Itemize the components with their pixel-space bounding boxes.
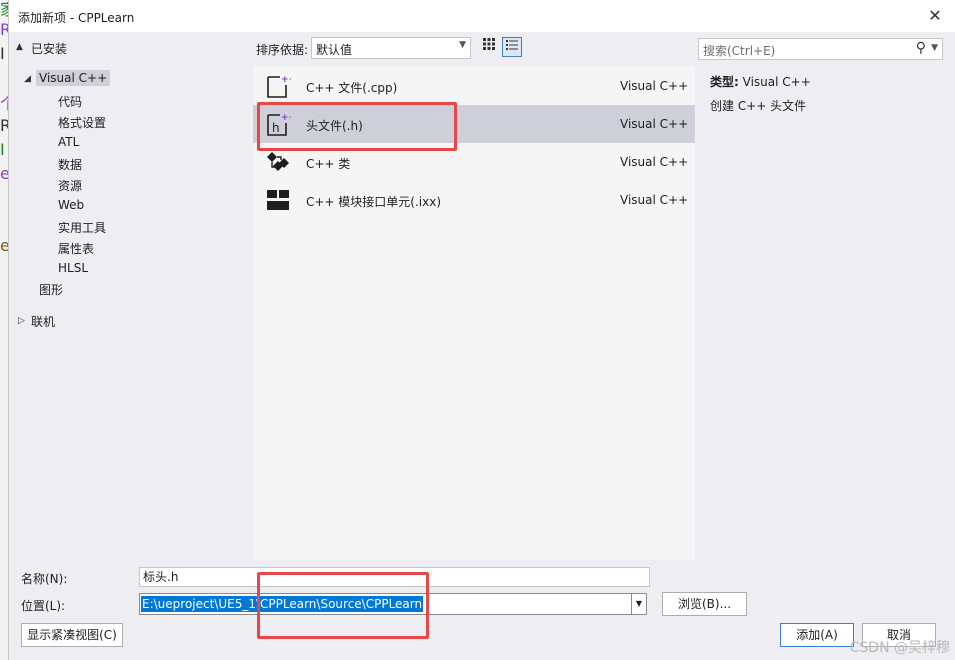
highlight-box-location bbox=[257, 572, 429, 639]
edge-glyph: e bbox=[0, 166, 8, 182]
tree-node-data[interactable]: 数据 bbox=[58, 156, 82, 173]
expand-triangle-icon[interactable]: ◢ bbox=[24, 74, 31, 84]
chevron-down-icon[interactable]: ▼ bbox=[931, 43, 938, 53]
sort-label: 排序依据: bbox=[256, 43, 309, 57]
sort-dropdown[interactable]: 默认值 ▼ bbox=[311, 37, 471, 59]
sort-value: 默认值 bbox=[316, 43, 353, 57]
detail-type-label: 类型: bbox=[710, 75, 739, 89]
close-button[interactable]: ✕ bbox=[922, 4, 948, 28]
add-new-item-dialog: 添加新项 - CPPLearn ✕ ▲ 已安装 ◢ Visual C++ 代码 … bbox=[8, 0, 955, 660]
detail-description: 创建 C++ 头文件 bbox=[710, 99, 807, 113]
tree-node-property-sheets[interactable]: 属性表 bbox=[58, 240, 94, 257]
tree-node-code[interactable]: 代码 bbox=[58, 93, 82, 110]
browse-button[interactable]: 浏览(B)... bbox=[662, 592, 747, 616]
tree-node-format[interactable]: 格式设置 bbox=[58, 114, 106, 131]
tree-node-atl[interactable]: ATL bbox=[58, 135, 79, 149]
search-placeholder: 搜索(Ctrl+E) bbox=[703, 44, 776, 58]
template-name: C++ 文件(.cpp) bbox=[306, 81, 398, 95]
template-name: C++ 类 bbox=[306, 157, 351, 171]
tree-node-graphics[interactable]: 图形 bbox=[39, 281, 63, 298]
highlight-box-header-file bbox=[257, 102, 457, 151]
edge-glyph: 家 bbox=[0, 2, 8, 18]
tree-node-installed[interactable]: 已安装 bbox=[31, 40, 67, 57]
category-tree: ▲ 已安装 ◢ Visual C++ 代码 格式设置 ATL 数据 资源 Web… bbox=[9, 32, 252, 560]
template-language: Visual C++ bbox=[620, 79, 689, 93]
module-icon bbox=[267, 190, 289, 210]
template-row-module-interface[interactable]: C++ 模块接口单元(.ixx) Visual C++ bbox=[253, 181, 695, 219]
search-icon[interactable]: ⚲ bbox=[916, 40, 926, 56]
expand-triangle-icon[interactable]: ▷ bbox=[18, 316, 25, 326]
chevron-down-icon: ▼ bbox=[459, 40, 466, 50]
title-bar: 添加新项 - CPPLearn ✕ bbox=[9, 0, 955, 32]
detail-type: 类型: Visual C++ bbox=[710, 73, 811, 90]
template-name: C++ 模块接口单元(.ixx) bbox=[306, 195, 442, 209]
compact-view-button[interactable]: 显示紧凑视图(C) bbox=[21, 623, 123, 647]
collapse-triangle-icon[interactable]: ▲ bbox=[16, 42, 23, 52]
template-row-cpp-file[interactable]: ++ C++ 文件(.cpp) Visual C++ bbox=[253, 67, 695, 105]
search-input[interactable]: 搜索(Ctrl+E) ⚲ ▼ bbox=[698, 38, 943, 60]
list-view-button[interactable] bbox=[502, 37, 522, 57]
details-pane: 类型: Visual C++ 创建 C++ 头文件 bbox=[698, 66, 955, 560]
edge-glyph: R bbox=[0, 22, 8, 38]
template-language: Visual C++ bbox=[620, 193, 689, 207]
edge-glyph: I bbox=[0, 46, 5, 62]
edge-glyph: 个 bbox=[0, 96, 8, 112]
svg-text:++: ++ bbox=[281, 75, 291, 85]
grid-icon bbox=[483, 38, 495, 50]
list-icon bbox=[506, 40, 518, 50]
tree-node-visual-cpp[interactable]: Visual C++ bbox=[36, 70, 111, 86]
grid-view-button[interactable] bbox=[479, 37, 499, 57]
tree-node-utility[interactable]: 实用工具 bbox=[58, 219, 106, 236]
watermark: CSDN @吴梓穆 bbox=[849, 640, 950, 656]
location-label: 位置(L): bbox=[21, 599, 66, 613]
cpp-file-icon: ++ bbox=[267, 75, 291, 98]
edge-glyph: e bbox=[0, 238, 8, 254]
name-label: 名称(N): bbox=[21, 572, 68, 586]
class-icon bbox=[267, 152, 289, 171]
dialog-title: 添加新项 - CPPLearn bbox=[18, 11, 135, 25]
template-language: Visual C++ bbox=[620, 155, 689, 169]
tree-node-web[interactable]: Web bbox=[58, 198, 84, 212]
tree-node-online[interactable]: 联机 bbox=[31, 313, 55, 330]
tree-node-resource[interactable]: 资源 bbox=[58, 177, 82, 194]
edge-glyph: R bbox=[0, 118, 8, 134]
template-language: Visual C++ bbox=[620, 117, 689, 131]
chevron-down-icon[interactable]: ▼ bbox=[631, 594, 646, 614]
detail-type-value: Visual C++ bbox=[742, 75, 811, 89]
edge-glyph: I bbox=[0, 142, 5, 158]
tree-node-hlsl[interactable]: HLSL bbox=[58, 261, 88, 275]
add-button[interactable]: 添加(A) bbox=[780, 623, 854, 647]
